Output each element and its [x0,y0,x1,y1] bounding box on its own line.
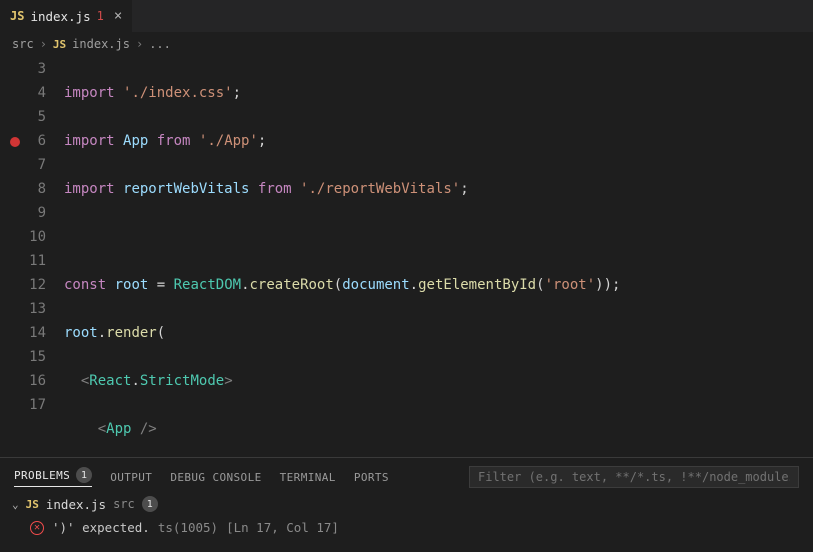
line-number[interactable]: 5 [0,105,46,129]
problem-message: ')' expected. [52,520,150,535]
line-number[interactable]: 3 [0,57,46,81]
tab-terminal[interactable]: TERMINAL [280,471,336,484]
problem-location: [Ln 17, Col 17] [226,520,339,535]
js-file-icon: JS [53,38,66,51]
editor-tab-bar: JS index.js 1 × [0,0,813,33]
breadcrumb-folder[interactable]: src [12,37,34,51]
line-number[interactable]: 17 [0,393,46,417]
tab-problems[interactable]: PROBLEMS 1 [14,467,92,487]
line-number[interactable]: 15 [0,345,46,369]
js-file-icon: JS [26,498,39,511]
breakpoint-icon[interactable] [10,137,20,147]
editor-tab-indexjs[interactable]: JS index.js 1 × [0,0,133,32]
panel-tab-bar: PROBLEMS 1 OUTPUT DEBUG CONSOLE TERMINAL… [0,458,813,492]
problem-item[interactable]: ✕ ')' expected. ts(1005) [Ln 17, Col 17] [0,516,813,539]
line-number[interactable]: 6 [0,129,46,153]
problem-code: ts(1005) [158,520,218,535]
tab-output[interactable]: OUTPUT [110,471,152,484]
line-number[interactable]: 9 [0,201,46,225]
chevron-right-icon: › [136,37,143,51]
line-number[interactable]: 11 [0,249,46,273]
code-content[interactable]: import './index.css'; import App from '.… [64,57,688,457]
chevron-down-icon[interactable]: ⌄ [12,498,19,511]
line-number[interactable]: 7 [0,153,46,177]
close-tab-icon[interactable]: × [114,8,122,24]
breadcrumb-file[interactable]: index.js [72,37,130,51]
line-number[interactable]: 12 [0,273,46,297]
line-number-gutter: 3 4 5 6 7 8 9 10 11 12 13 14 15 16 17 [0,57,64,457]
js-file-icon: JS [10,9,24,23]
line-number[interactable]: 8 [0,177,46,201]
line-number[interactable]: 4 [0,81,46,105]
chevron-right-icon: › [40,37,47,51]
line-number[interactable]: 10 [0,225,46,249]
error-icon: ✕ [30,521,44,535]
line-number[interactable]: 16 [0,369,46,393]
problems-count-badge: 1 [76,467,92,483]
tab-ports[interactable]: PORTS [354,471,389,484]
breadcrumb[interactable]: src › JS index.js › ... [0,33,813,55]
problem-file-row[interactable]: ⌄ JS index.js src 1 [0,492,813,516]
tab-error-flag: 1 [97,9,104,23]
line-number[interactable]: 13 [0,297,46,321]
line-number[interactable]: 14 [0,321,46,345]
tab-debug-console[interactable]: DEBUG CONSOLE [170,471,261,484]
bottom-panel: PROBLEMS 1 OUTPUT DEBUG CONSOLE TERMINAL… [0,457,813,552]
code-editor[interactable]: 3 4 5 6 7 8 9 10 11 12 13 14 15 16 17 im… [0,55,813,457]
problems-filter-input[interactable] [469,466,799,488]
tab-filename: index.js [30,9,90,24]
file-problem-count: 1 [142,496,158,512]
problem-file-name: index.js [46,497,106,512]
breadcrumb-ellipsis[interactable]: ... [149,37,171,51]
problem-file-dir: src [113,497,135,511]
